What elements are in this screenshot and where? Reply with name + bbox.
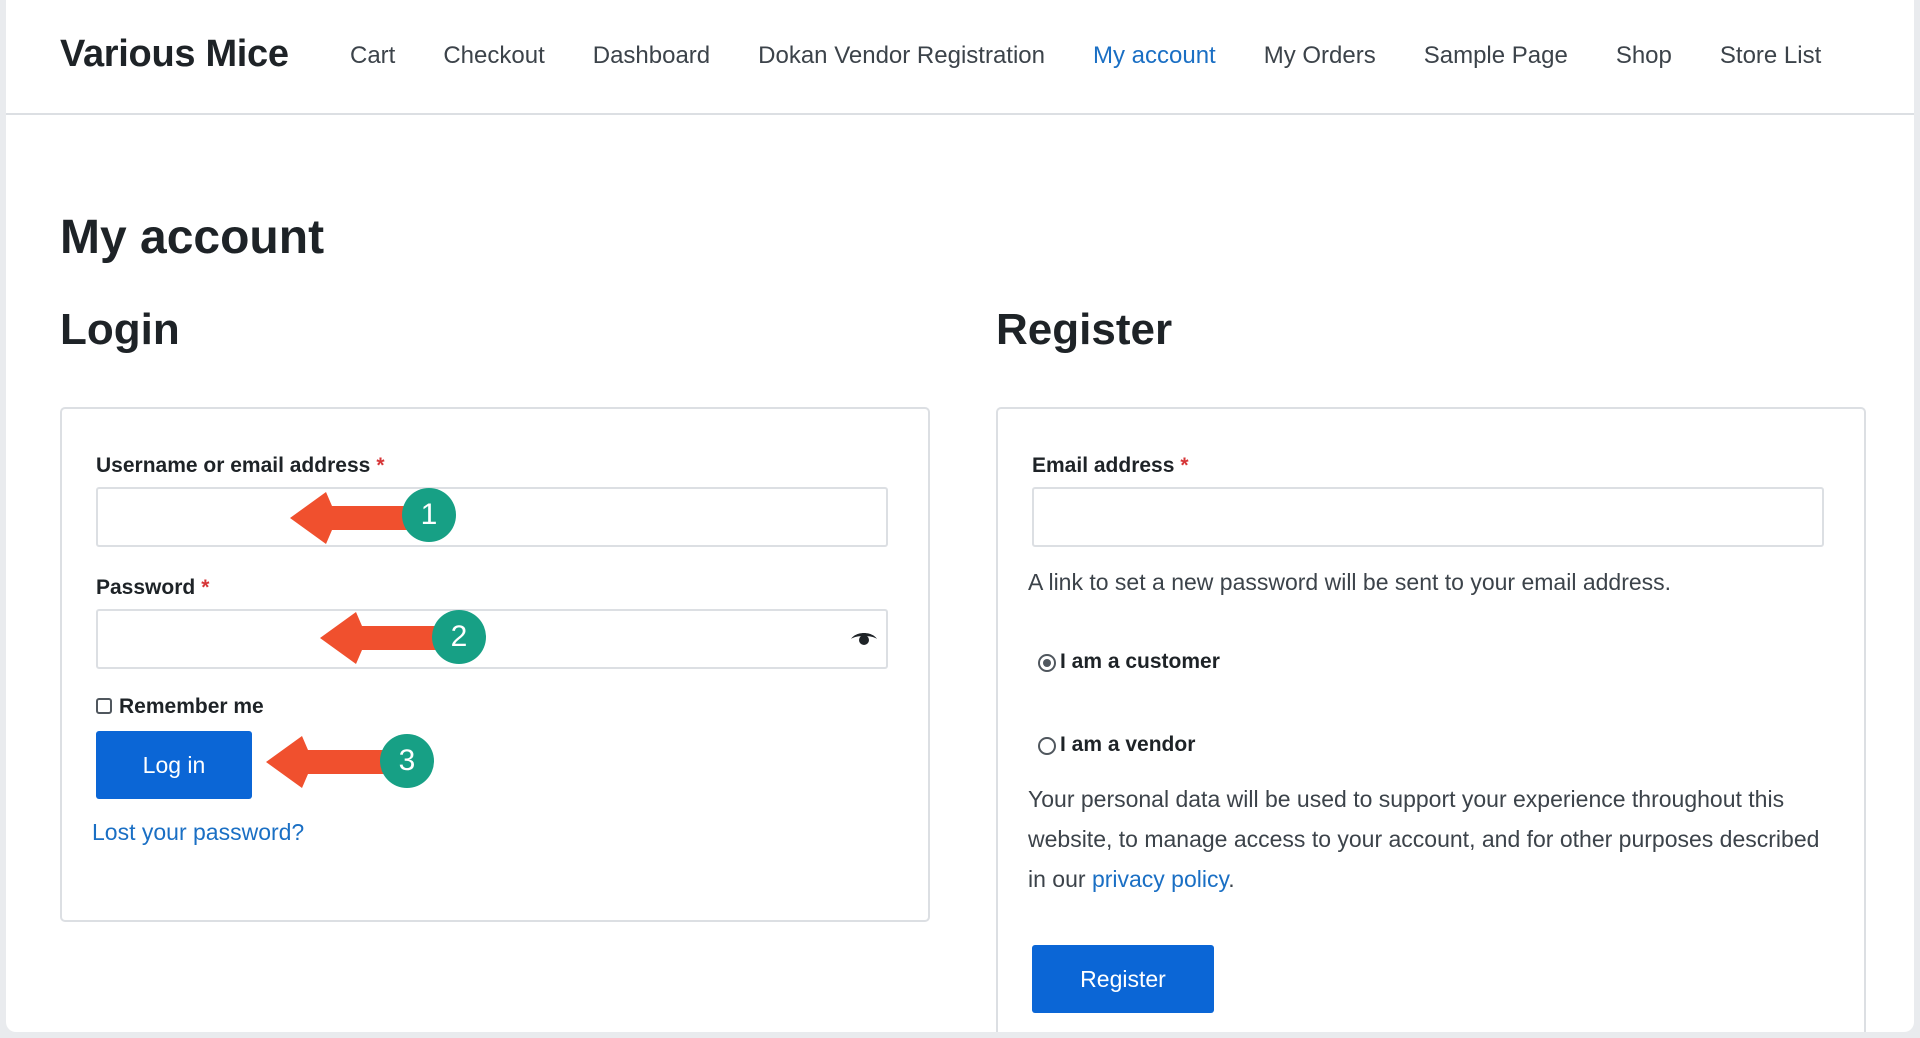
vendor-radio[interactable]	[1038, 737, 1056, 755]
nav-item-dashboard[interactable]: Dashboard	[593, 42, 710, 70]
privacy-policy-link[interactable]: privacy policy	[1092, 866, 1228, 892]
nav-item-store-list[interactable]: Store List	[1720, 42, 1821, 70]
privacy-notice: Your personal data will be used to suppo…	[1028, 779, 1828, 899]
annotation-badge-2: 2	[432, 610, 486, 664]
nav-item-cart[interactable]: Cart	[350, 42, 395, 70]
annotation-arrow-1-icon	[290, 492, 414, 544]
username-label-text: Username or email address	[96, 454, 371, 477]
annotation-badge-3: 3	[380, 734, 434, 788]
vendor-radio-label[interactable]: I am a vendor	[1060, 733, 1195, 757]
nav-item-sample-page[interactable]: Sample Page	[1424, 42, 1568, 70]
required-mark: *	[201, 576, 210, 599]
lost-password-link[interactable]: Lost your password?	[92, 819, 304, 846]
email-label-text: Email address	[1032, 454, 1175, 477]
main-nav: Cart Checkout Dashboard Dokan Vendor Reg…	[350, 42, 1821, 70]
customer-radio-label[interactable]: I am a customer	[1060, 650, 1220, 674]
nav-item-dokan-vendor-registration[interactable]: Dokan Vendor Registration	[758, 42, 1045, 70]
nav-item-shop[interactable]: Shop	[1616, 42, 1672, 70]
username-label: Username or email address *	[96, 454, 385, 478]
privacy-text-end: .	[1228, 866, 1235, 892]
nav-item-my-account[interactable]: My account	[1093, 42, 1216, 70]
register-heading: Register	[996, 305, 1173, 354]
email-label: Email address *	[1032, 454, 1189, 478]
login-heading: Login	[60, 305, 180, 354]
remember-me-label[interactable]: Remember me	[119, 695, 264, 719]
password-input[interactable]	[96, 609, 888, 669]
register-form: Email address * A link to set a new passw…	[996, 407, 1866, 1032]
page: Various Mice Cart Checkout Dashboard Dok…	[6, 0, 1914, 1032]
remember-me-checkbox[interactable]	[96, 698, 112, 714]
log-in-button[interactable]: Log in	[96, 731, 252, 799]
page-title: My account	[60, 211, 325, 264]
username-input[interactable]	[96, 487, 888, 547]
site-header: Various Mice Cart Checkout Dashboard Dok…	[6, 0, 1914, 115]
nav-item-checkout[interactable]: Checkout	[443, 42, 544, 70]
required-mark: *	[376, 454, 385, 477]
annotation-arrow-3-icon	[266, 736, 390, 788]
nav-item-my-orders[interactable]: My Orders	[1264, 42, 1376, 70]
password-label-text: Password	[96, 576, 196, 599]
login-form: Username or email address * Password * Rem…	[60, 407, 930, 922]
annotation-arrow-2-icon	[320, 612, 444, 664]
register-button[interactable]: Register	[1032, 945, 1214, 1013]
customer-radio[interactable]	[1038, 654, 1056, 672]
annotation-badge-1: 1	[402, 488, 456, 542]
email-input[interactable]	[1032, 487, 1824, 547]
password-label: Password *	[96, 576, 209, 600]
site-title[interactable]: Various Mice	[60, 33, 289, 76]
required-mark: *	[1180, 454, 1189, 477]
show-password-eye-icon[interactable]	[850, 629, 878, 649]
password-note: A link to set a new password will be sen…	[1028, 569, 1672, 595]
browser-frame: Various Mice Cart Checkout Dashboard Dok…	[0, 0, 1920, 1038]
